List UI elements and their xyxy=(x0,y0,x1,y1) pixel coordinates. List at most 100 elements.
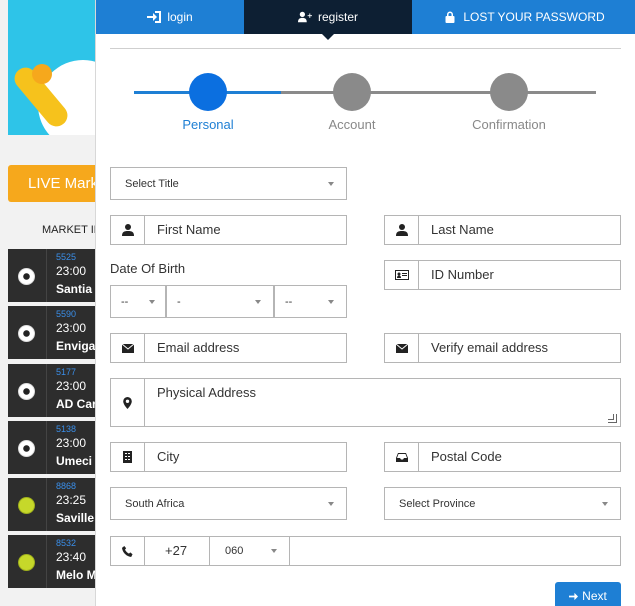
step-circle-confirmation xyxy=(490,73,528,111)
first-name-placeholder: First Name xyxy=(157,222,221,237)
chevron-down-icon xyxy=(255,300,261,304)
step-line-pending xyxy=(281,91,596,94)
soccer-icon xyxy=(18,440,35,457)
province-select[interactable]: Select Province xyxy=(384,487,621,520)
auth-tabs: login register LOST YOUR PASSWORD xyxy=(96,0,635,40)
match-row[interactable]: 5177 23:00 AD Car xyxy=(8,364,100,419)
soccer-icon xyxy=(18,268,35,285)
soccer-icon xyxy=(18,383,35,400)
match-time: 23:00 xyxy=(56,264,87,278)
physical-address-field[interactable]: Physical Address xyxy=(110,378,621,427)
phone-input-group: +27 060 xyxy=(110,536,621,566)
postal-code-field[interactable]: Postal Code xyxy=(384,442,621,472)
last-name-placeholder: Last Name xyxy=(431,222,494,237)
match-time: 23:00 xyxy=(56,379,87,393)
sign-in-icon xyxy=(147,11,162,23)
match-time: 23:00 xyxy=(56,321,87,335)
dob-label: Date Of Birth xyxy=(110,261,186,276)
soccer-icon xyxy=(18,325,35,342)
tab-lost-password-label: LOST YOUR PASSWORD xyxy=(463,10,605,24)
verify-email-field[interactable]: Verify email address xyxy=(384,333,621,363)
match-row[interactable]: 5525 23:00 Santia xyxy=(8,249,100,304)
background-site: LIVE Mark MARKET IN 5525 23:00 Santia 55… xyxy=(0,0,100,606)
live-markets-bar[interactable]: LIVE Mark xyxy=(8,165,100,202)
city-field[interactable]: City xyxy=(110,442,347,472)
dob-month-select[interactable]: - xyxy=(166,285,274,318)
match-row[interactable]: 8868 23:25 Saville xyxy=(8,478,100,533)
chevron-down-icon xyxy=(328,300,334,304)
step-circle-account xyxy=(333,73,371,111)
dob-day-select[interactable]: -- xyxy=(110,285,166,318)
title-select[interactable]: Select Title xyxy=(110,167,347,200)
promo-banner[interactable] xyxy=(8,0,100,135)
step-circle-personal xyxy=(189,73,227,111)
match-team: Saville xyxy=(56,511,95,525)
map-marker-icon xyxy=(111,379,145,426)
envelope-icon xyxy=(385,334,419,362)
tennis-icon xyxy=(18,497,35,514)
dob-month-value: - xyxy=(177,296,181,308)
page: LIVE Mark MARKET IN 5525 23:00 Santia 55… xyxy=(0,0,635,606)
register-modal: login register LOST YOUR PASSWORD Person… xyxy=(95,0,635,606)
id-number-field[interactable]: ID Number xyxy=(384,260,621,290)
phone-country-code: +27 xyxy=(145,537,210,565)
tab-login[interactable]: login xyxy=(96,0,244,34)
match-row[interactable]: 8532 23:40 Melo M xyxy=(8,535,100,590)
first-name-field[interactable]: First Name xyxy=(110,215,347,245)
next-button-label: Next xyxy=(582,589,607,603)
match-id: 5525 xyxy=(56,252,77,262)
step-label-confirmation: Confirmation xyxy=(472,117,546,132)
match-time: 23:40 xyxy=(56,550,87,564)
match-team: Enviga xyxy=(56,339,96,353)
chevron-down-icon xyxy=(328,502,334,506)
phone-icon xyxy=(111,537,145,565)
banner-shape xyxy=(32,64,52,84)
phone-number-input[interactable] xyxy=(290,537,620,565)
last-name-field[interactable]: Last Name xyxy=(384,215,621,245)
match-row[interactable]: 5138 23:00 Umeci xyxy=(8,421,100,476)
lock-icon xyxy=(445,11,455,23)
tab-lost-password[interactable]: LOST YOUR PASSWORD xyxy=(412,0,635,34)
email-placeholder: Email address xyxy=(157,340,240,355)
inbox-icon xyxy=(385,443,419,471)
match-id: 5590 xyxy=(56,309,77,319)
chevron-down-icon xyxy=(271,549,277,553)
match-id: 8532 xyxy=(56,538,77,548)
physical-address-placeholder: Physical Address xyxy=(157,385,256,400)
tennis-icon xyxy=(18,554,35,571)
phone-prefix-select[interactable]: 060 xyxy=(210,537,290,565)
dob-year-select[interactable]: -- xyxy=(274,285,347,318)
province-select-value: Select Province xyxy=(399,498,476,510)
city-placeholder: City xyxy=(157,449,180,464)
envelope-icon xyxy=(111,334,145,362)
match-info: 8868 23:25 Saville xyxy=(46,478,100,531)
divider xyxy=(110,48,621,49)
country-select[interactable]: South Africa xyxy=(110,487,347,520)
match-info: 5177 23:00 AD Car xyxy=(46,364,100,417)
step-label-account: Account xyxy=(328,117,376,132)
tab-register-label: register xyxy=(317,10,358,24)
email-field[interactable]: Email address xyxy=(110,333,347,363)
resize-handle-icon[interactable] xyxy=(608,414,617,423)
user-icon xyxy=(111,216,145,244)
tab-login-label: login xyxy=(167,10,193,24)
chevron-down-icon xyxy=(602,502,608,506)
match-id: 8868 xyxy=(56,481,77,491)
next-button[interactable]: Next xyxy=(555,582,621,606)
match-id: 5177 xyxy=(56,367,77,377)
tab-register[interactable]: register xyxy=(244,0,412,40)
match-info: 5138 23:00 Umeci xyxy=(46,421,100,474)
id-card-icon xyxy=(385,261,419,289)
match-time: 23:25 xyxy=(56,493,87,507)
user-plus-icon xyxy=(297,11,312,23)
title-select-value: Select Title xyxy=(125,178,179,190)
match-row[interactable]: 5590 23:00 Enviga xyxy=(8,306,100,361)
postal-code-placeholder: Postal Code xyxy=(431,449,502,464)
match-team: AD Car xyxy=(56,397,97,411)
match-team: Santia xyxy=(56,282,93,296)
building-icon xyxy=(111,443,145,471)
dob-day-value: -- xyxy=(121,296,129,308)
match-info: 5590 23:00 Enviga xyxy=(46,306,100,359)
match-info: 5525 23:00 Santia xyxy=(46,249,100,302)
chevron-down-icon xyxy=(328,182,334,186)
